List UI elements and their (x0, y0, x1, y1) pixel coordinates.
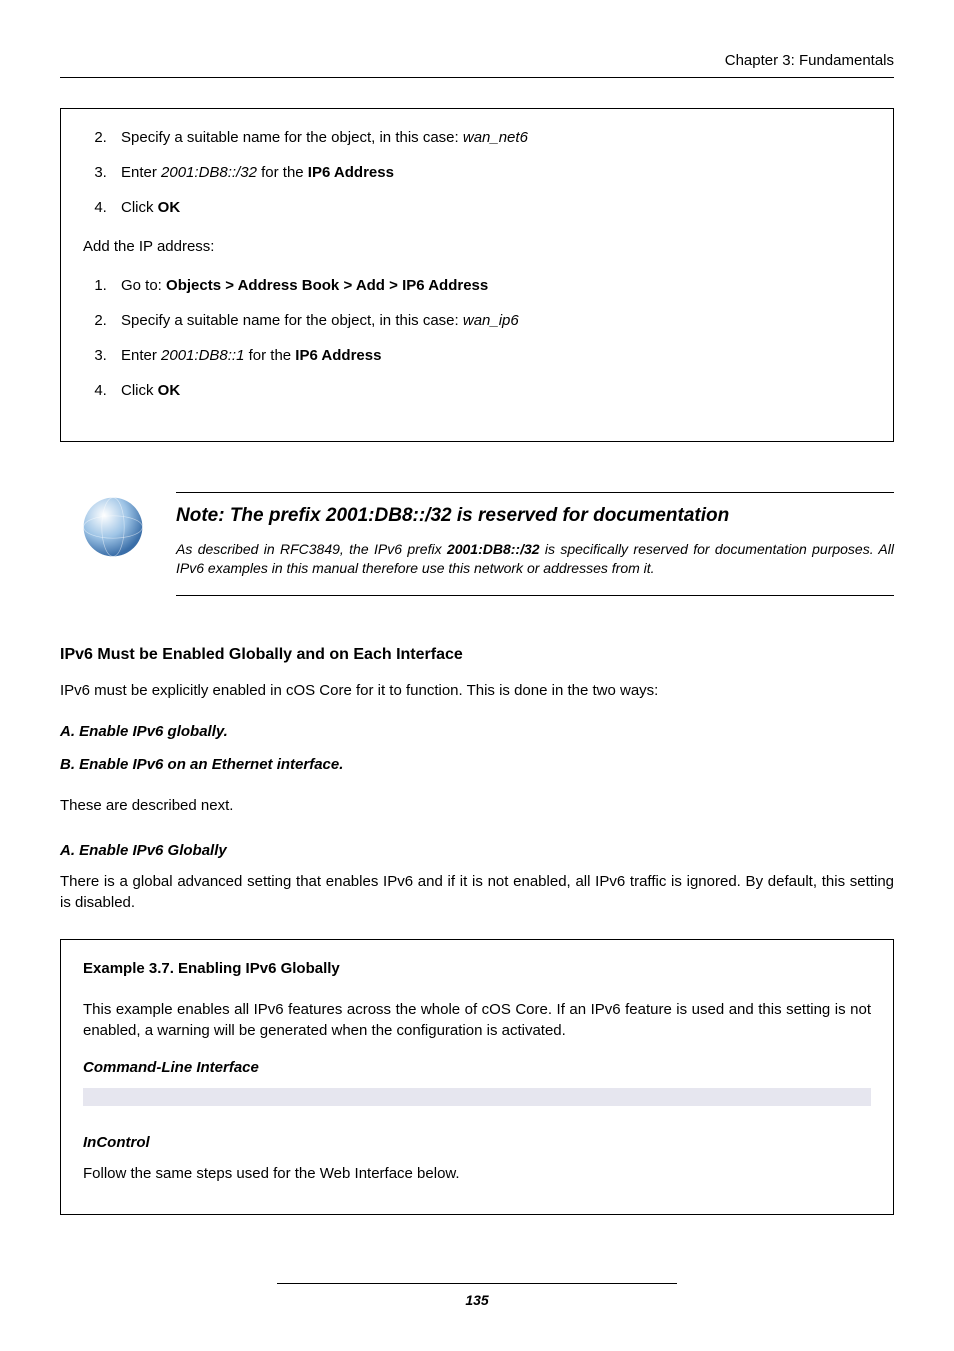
option-a: A. Enable IPv6 globally. (60, 721, 894, 742)
incontrol-heading: InControl (83, 1132, 871, 1153)
note-body: As described in RFC3849, the IPv6 prefix… (176, 540, 894, 579)
note-title: Note: The prefix 2001:DB8::/32 is reserv… (176, 503, 894, 530)
note-block: Note: The prefix 2001:DB8::/32 is reserv… (60, 492, 894, 596)
step-field: IP6 Address (308, 164, 394, 181)
note-body-bold: 2001:DB8::/32 (447, 541, 540, 557)
step-nav: Objects > Address Book > Add > IP6 Addre… (166, 277, 488, 294)
option-b: B. Enable IPv6 on an Ethernet interface. (60, 754, 894, 775)
step-text: Click (121, 382, 158, 399)
step-action: OK (158, 199, 181, 216)
sub-a-body: There is a global advanced setting that … (60, 871, 894, 913)
step-text: for the (257, 164, 308, 181)
example-body: This example enables all IPv6 features a… (83, 999, 871, 1041)
step-text: Go to: (121, 277, 166, 294)
footer-rule (277, 1283, 677, 1284)
list-item: Enter 2001:DB8::/32 for the IP6 Address (111, 162, 871, 183)
step-value: 2001:DB8::/32 (161, 164, 257, 181)
step-field: IP6 Address (295, 347, 381, 364)
list-item: Go to: Objects > Address Book > Add > IP… (111, 275, 871, 296)
step-text: Specify a suitable name for the object, … (121, 312, 463, 329)
step-action: OK (158, 382, 181, 399)
procedure-list-1: Specify a suitable name for the object, … (83, 127, 871, 218)
page-footer: 135 (0, 1283, 954, 1311)
list-item: Enter 2001:DB8::1 for the IP6 Address (111, 345, 871, 366)
list-item: Click OK (111, 197, 871, 218)
step-value: wan_net6 (463, 129, 528, 146)
note-rule-bottom (176, 595, 894, 596)
code-block (83, 1088, 871, 1106)
intermission-text: Add the IP address: (83, 236, 871, 257)
globe-icon (78, 492, 148, 562)
step-value: 2001:DB8::1 (161, 347, 244, 364)
cli-heading: Command-Line Interface (83, 1057, 871, 1078)
note-rule-top (176, 492, 894, 493)
step-value: wan_ip6 (463, 312, 519, 329)
step-text: for the (244, 347, 295, 364)
step-text: Click (121, 199, 158, 216)
page-number: 135 (465, 1292, 488, 1308)
section-intro: IPv6 must be explicitly enabled in cOS C… (60, 680, 894, 701)
list-item: Specify a suitable name for the object, … (111, 127, 871, 148)
section-followup: These are described next. (60, 795, 894, 816)
note-body-pre: As described in RFC3849, the IPv6 prefix (176, 541, 447, 557)
step-text: Enter (121, 164, 161, 181)
procedure-box: Specify a suitable name for the object, … (60, 108, 894, 442)
example-title: Example 3.7. Enabling IPv6 Globally (83, 958, 871, 979)
list-item: Specify a suitable name for the object, … (111, 310, 871, 331)
incontrol-body: Follow the same steps used for the Web I… (83, 1163, 871, 1184)
header-rule (60, 77, 894, 78)
chapter-header: Chapter 3: Fundamentals (60, 50, 894, 77)
list-item: Click OK (111, 380, 871, 401)
section-heading: IPv6 Must be Enabled Globally and on Eac… (60, 644, 894, 666)
sub-a-title: A. Enable IPv6 Globally (60, 840, 894, 861)
procedure-list-2: Go to: Objects > Address Book > Add > IP… (83, 275, 871, 401)
example-box: Example 3.7. Enabling IPv6 Globally This… (60, 939, 894, 1215)
step-text: Enter (121, 347, 161, 364)
step-text: Specify a suitable name for the object, … (121, 129, 463, 146)
